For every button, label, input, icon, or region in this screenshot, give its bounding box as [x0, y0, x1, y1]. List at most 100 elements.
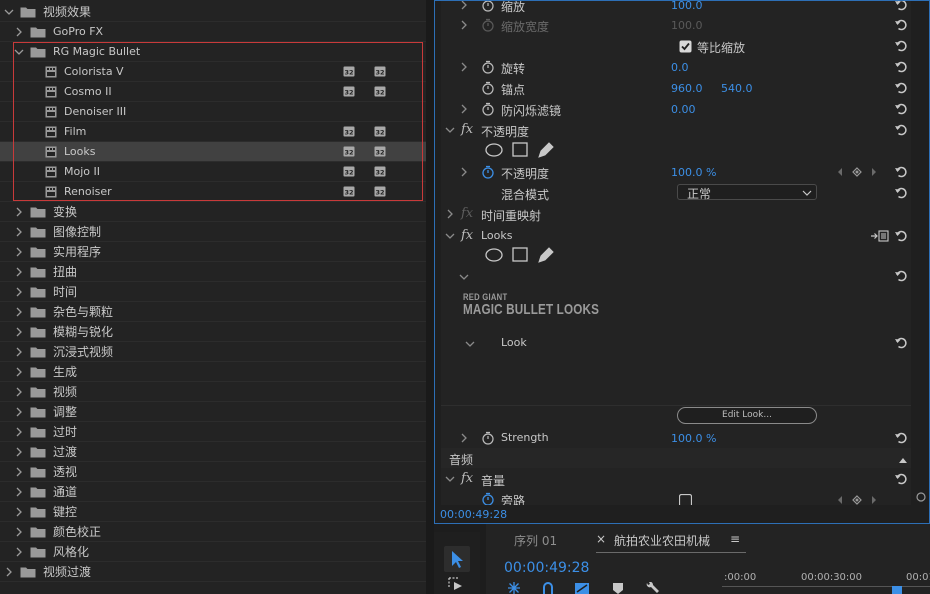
effect-item-row[interactable]: Looks 32 32	[0, 142, 426, 162]
effects-folder-row[interactable]: 键控	[0, 502, 426, 522]
anchor-x-value[interactable]: 960.0	[671, 82, 703, 95]
chevron-right-icon[interactable]	[14, 387, 24, 397]
stopwatch-icon[interactable]	[481, 81, 495, 95]
chevron-right-icon[interactable]	[459, 433, 469, 443]
effect-item-row[interactable]: Denoiser III	[0, 102, 426, 122]
fx-badge-icon[interactable]: fx	[461, 122, 473, 137]
chevron-down-icon[interactable]	[4, 7, 14, 17]
collapse-up-icon[interactable]	[898, 453, 908, 463]
scroll-thumb-icon[interactable]	[916, 491, 926, 502]
chevron-right-icon[interactable]	[4, 567, 14, 577]
chevron-right-icon[interactable]	[14, 287, 24, 297]
effect-controls-scrollbar[interactable]	[913, 1, 929, 505]
snap-icon[interactable]	[506, 582, 522, 594]
opacity-group-header[interactable]: fx 不透明度	[441, 119, 911, 141]
effects-folder-row[interactable]: RG Magic Bullet	[0, 42, 426, 62]
effects-folder-row[interactable]: 透视	[0, 462, 426, 482]
effects-folder-row[interactable]: 图像控制	[0, 222, 426, 242]
chevron-right-icon[interactable]	[459, 167, 469, 177]
add-marker-icon[interactable]	[574, 582, 590, 594]
uniform-scale-checkbox[interactable]	[679, 40, 692, 53]
current-timecode[interactable]: 00:00:49:28	[440, 508, 507, 521]
chevron-right-icon[interactable]	[14, 507, 24, 517]
chevron-right-icon[interactable]	[14, 307, 24, 317]
chevron-down-icon[interactable]	[445, 474, 455, 484]
chevron-down-icon[interactable]	[14, 47, 24, 57]
track-select-tool-icon[interactable]	[444, 574, 470, 594]
chevron-right-icon[interactable]	[14, 207, 24, 217]
reset-icon[interactable]	[894, 123, 908, 137]
effects-folder-row[interactable]: 杂色与颗粒	[0, 302, 426, 322]
effects-folder-row[interactable]: 模糊与锐化	[0, 322, 426, 342]
effect-item-row[interactable]: Mojo II 32 32	[0, 162, 426, 182]
effects-folder-row[interactable]: 风格化	[0, 542, 426, 562]
volume-group-header[interactable]: fx 音量	[441, 468, 911, 490]
chevron-right-icon[interactable]	[14, 407, 24, 417]
chevron-right-icon[interactable]	[459, 62, 469, 72]
effects-folder-row[interactable]: 扭曲	[0, 262, 426, 282]
chevron-down-icon[interactable]	[445, 125, 455, 135]
reset-icon[interactable]	[894, 39, 908, 53]
stopwatch-icon[interactable]	[481, 102, 495, 116]
param-value[interactable]: 0.00	[671, 103, 696, 116]
keyframe-nav[interactable]	[837, 166, 877, 178]
effects-folder-row[interactable]: 通道	[0, 482, 426, 502]
effects-folder-row[interactable]: 视频过渡	[0, 562, 426, 582]
fx-badge-icon[interactable]: fx	[461, 471, 473, 486]
effect-item-row[interactable]: Cosmo II 32 32	[0, 82, 426, 102]
effects-folder-row[interactable]: 颜色校正	[0, 522, 426, 542]
effect-item-row[interactable]: Film 32 32	[0, 122, 426, 142]
reset-icon[interactable]	[894, 269, 908, 283]
reset-icon[interactable]	[894, 186, 908, 200]
fx-badge-icon[interactable]: fx	[461, 228, 473, 243]
effects-folder-row[interactable]: GoPro FX	[0, 22, 426, 42]
chevron-right-icon[interactable]	[14, 347, 24, 357]
reset-icon[interactable]	[894, 60, 908, 74]
reset-icon[interactable]	[894, 102, 908, 116]
reset-icon[interactable]	[894, 165, 908, 179]
chevron-right-icon[interactable]	[14, 527, 24, 537]
effects-folder-row[interactable]: 沉浸式视频	[0, 342, 426, 362]
chevron-down-icon[interactable]	[445, 231, 455, 241]
effect-item-row[interactable]: Colorista V 32 32	[0, 62, 426, 82]
effects-folder-row[interactable]: 调整	[0, 402, 426, 422]
effects-folder-row[interactable]: 视频	[0, 382, 426, 402]
chevron-right-icon[interactable]	[14, 367, 24, 377]
chevron-right-icon[interactable]	[459, 104, 469, 114]
chevron-down-icon[interactable]	[459, 271, 469, 285]
chevron-right-icon[interactable]	[14, 547, 24, 557]
stopwatch-icon[interactable]	[481, 431, 495, 445]
chevron-right-icon[interactable]	[459, 20, 469, 30]
reset-icon[interactable]	[894, 229, 908, 243]
stopwatch-icon[interactable]	[481, 1, 495, 12]
effect-item-row[interactable]: Renoiser 32 32	[0, 182, 426, 202]
effects-folder-row[interactable]: 实用程序	[0, 242, 426, 262]
param-value[interactable]: 0.0	[671, 61, 689, 74]
chevron-right-icon[interactable]	[14, 447, 24, 457]
edit-look-button[interactable]: Edit Look...	[677, 407, 817, 424]
tab-close-icon[interactable]: ×	[596, 532, 606, 546]
linked-selection-icon[interactable]	[540, 582, 556, 594]
effect-menu-icon[interactable]	[871, 229, 889, 243]
effects-folder-row[interactable]: 过渡	[0, 442, 426, 462]
chevron-right-icon[interactable]	[14, 487, 24, 497]
blend-mode-dropdown[interactable]: 正常	[677, 184, 817, 201]
tab-menu-icon[interactable]: ≡	[730, 532, 740, 546]
param-value[interactable]: 100.0 %	[671, 166, 716, 179]
stopwatch-icon[interactable]	[481, 60, 495, 74]
tab-sequence-01[interactable]: 序列 01	[514, 532, 557, 549]
effects-folder-row[interactable]: 过时	[0, 422, 426, 442]
wrench-icon[interactable]	[644, 582, 660, 594]
chevron-right-icon[interactable]	[14, 27, 24, 37]
chevron-right-icon[interactable]	[14, 267, 24, 277]
chevron-right-icon[interactable]	[14, 327, 24, 337]
reset-icon[interactable]	[894, 18, 908, 32]
param-value[interactable]: 100.0 %	[671, 432, 716, 445]
param-value[interactable]: 100.0	[671, 1, 703, 12]
looks-group-header[interactable]: fx Looks	[441, 225, 911, 247]
stopwatch-active-icon[interactable]	[481, 492, 495, 506]
effects-folder-row[interactable]: 生成	[0, 362, 426, 382]
anchor-y-value[interactable]: 540.0	[721, 82, 753, 95]
stopwatch-active-icon[interactable]	[481, 165, 495, 179]
effects-folder-row[interactable]: 时间	[0, 282, 426, 302]
